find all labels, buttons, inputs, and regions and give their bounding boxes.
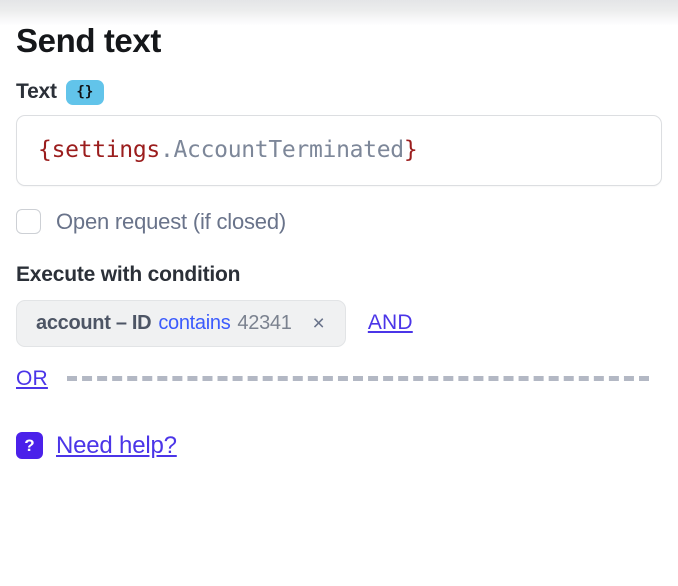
page-title: Send text xyxy=(16,22,161,59)
condition-row: account – ID contains 42341 × AND xyxy=(16,299,662,347)
open-request-label: Open request (if closed) xyxy=(56,208,286,234)
text-field-label-row: Text {} xyxy=(16,79,662,105)
text-input[interactable]: {settings.AccountTerminated} xyxy=(16,114,662,186)
condition-chip[interactable]: account – ID contains 42341 × xyxy=(16,299,346,347)
and-link[interactable]: AND xyxy=(368,311,413,335)
condition-value[interactable]: 42341 xyxy=(237,312,291,335)
question-mark-icon[interactable]: ? xyxy=(16,432,43,460)
or-row: OR xyxy=(16,367,662,391)
template-variable-badge-icon[interactable]: {} xyxy=(65,79,104,105)
condition-operator[interactable]: contains xyxy=(158,312,230,335)
open-request-row[interactable]: Open request (if closed) xyxy=(16,209,662,235)
template-close-brace: } xyxy=(403,137,418,164)
open-request-checkbox[interactable] xyxy=(16,209,41,235)
template-root-token: settings xyxy=(51,137,161,164)
template-property-token: .AccountTerminated xyxy=(159,137,404,164)
help-row[interactable]: ? Need help? xyxy=(16,432,662,460)
execute-with-condition-heading: Execute with condition xyxy=(16,262,241,286)
text-field-label: Text xyxy=(16,80,57,104)
condition-field: account – ID xyxy=(36,311,152,334)
template-open-brace: { xyxy=(38,137,52,164)
text-input-value: {settings.AccountTerminated} xyxy=(38,137,418,164)
need-help-link[interactable]: Need help? xyxy=(56,432,177,460)
or-link[interactable]: OR xyxy=(16,367,48,391)
condition-chip-text: account – ID contains 42341 xyxy=(36,312,292,335)
dashed-divider xyxy=(66,376,649,382)
close-icon[interactable]: × xyxy=(301,313,335,334)
send-text-panel: Send text Text {} {settings.AccountTermi… xyxy=(0,0,678,460)
